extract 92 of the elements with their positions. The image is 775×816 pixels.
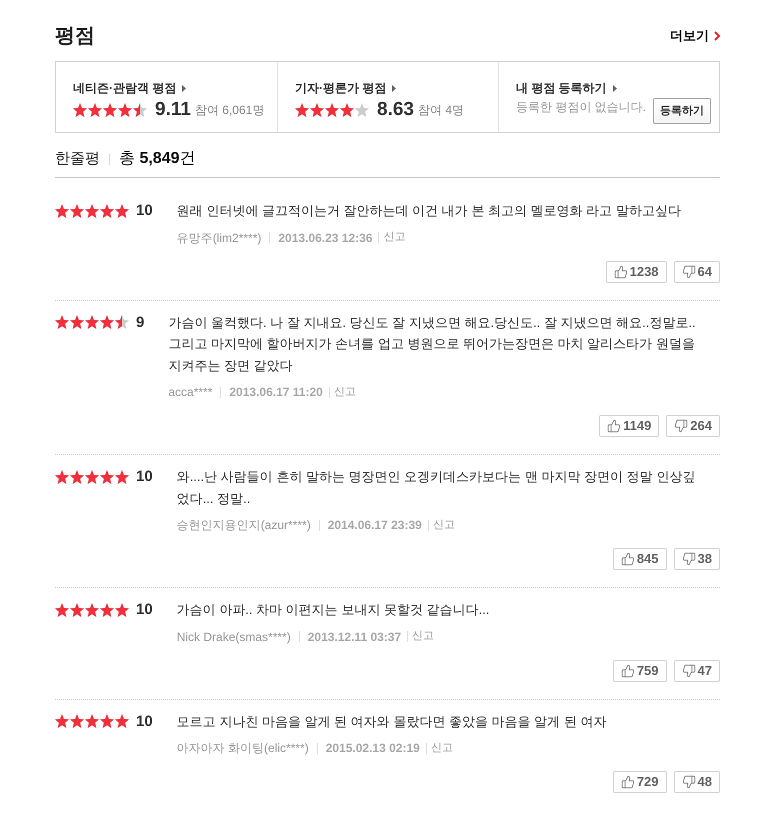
star-icon — [55, 204, 69, 218]
reviewer-name: 아자아자 화이팅(elic****) — [176, 740, 309, 757]
star-icon — [55, 470, 69, 484]
star-icon — [70, 315, 84, 329]
review-date: 2015.02.13 02:19 — [326, 740, 420, 757]
thumbs-down-icon — [682, 775, 696, 789]
caret-right-icon — [182, 84, 186, 92]
star-icon — [88, 103, 102, 117]
review-text: 모르고 지나친 마음을 알게 된 여자와 몰랐다면 좋았을 마음을 알게 된 여자 — [176, 712, 608, 730]
like-button[interactable]: 1238 — [606, 260, 667, 282]
review-text: 가슴이 울컥했다. 나 잘 지내요. 당신도 잘 지냈으면 해요.당신도.. 잘 지냈으면 해요..정말로.. 그리고 마지막에 할아버지가 손녀를 업고 병원으로 뛰어가는장면은 마치 알리스타가 원덜을 지켜주는 장면 같았다 — [168, 314, 697, 374]
more-link[interactable]: 더보기 — [670, 28, 720, 44]
average-score: 9.11 — [155, 99, 191, 121]
review-score: 10 — [136, 712, 153, 732]
review-date: 2014.06.17 23:39 — [328, 517, 422, 534]
star-icon — [85, 204, 99, 218]
star-icon — [103, 103, 117, 117]
star-icon — [85, 602, 99, 616]
review-date: 2013.12.11 03:37 — [308, 628, 402, 646]
star-icon — [100, 204, 114, 218]
review-text: 와....난 사람들이 흔히 말하는 명장면인 오겡키데스카보다는 맨 마지막 장면이 정말 인상깊었다... 정말.. — [176, 468, 696, 508]
average-score: 8.63 — [377, 99, 414, 121]
thumbs-up-icon — [620, 552, 635, 566]
star-icon — [115, 204, 129, 218]
reviewer-name: acca**** — [168, 384, 212, 401]
star-icon — [133, 103, 147, 117]
review-total-count: 총 5,849건 — [119, 149, 196, 169]
star-icon — [70, 602, 84, 616]
review-score: 10 — [136, 600, 153, 620]
star-icon — [325, 103, 339, 117]
star-icon — [85, 315, 99, 329]
thumbs-up-icon — [620, 664, 635, 678]
like-button[interactable]: 729 — [612, 771, 667, 793]
review-score: 9 — [136, 312, 144, 332]
star-icon — [100, 714, 114, 728]
rating-category-link[interactable]: 네티즌·관람객 평점 — [73, 80, 186, 96]
star-icon — [115, 315, 129, 329]
like-button[interactable]: 845 — [612, 548, 667, 570]
reviewer-name: Nick Drake(smas****) — [176, 628, 291, 646]
caret-right-icon — [612, 84, 617, 92]
participant-count: 참여 4명 — [418, 102, 464, 118]
reviews-heading: 한줄평 — [55, 149, 100, 169]
register-button[interactable]: 등록하기 — [653, 98, 712, 124]
review-date: 2013.06.17 11:20 — [229, 384, 323, 401]
section-title: 평점 — [55, 24, 95, 48]
star-icon — [310, 103, 324, 117]
no-rating-message: 등록한 평점이 없습니다. — [516, 99, 646, 116]
register-rating-link[interactable]: 내 평점 등록하기 — [516, 80, 617, 96]
like-button[interactable]: 759 — [612, 660, 667, 682]
star-icon — [118, 103, 132, 117]
star-icon — [73, 103, 87, 117]
review-date: 2013.06.23 12:36 — [278, 230, 372, 246]
dislike-button[interactable]: 264 — [666, 415, 720, 437]
dislike-button[interactable]: 38 — [674, 548, 720, 570]
star-icon — [340, 103, 354, 117]
thumbs-down-icon — [682, 264, 696, 278]
chevron-right-icon — [714, 31, 720, 41]
star-icon — [100, 602, 114, 616]
star-icon — [70, 204, 84, 218]
star-icon — [70, 714, 84, 728]
star-icon — [100, 315, 114, 329]
star-icon — [85, 714, 99, 728]
dislike-button[interactable]: 47 — [674, 660, 720, 682]
thumbs-down-icon — [682, 552, 696, 566]
star-icon — [115, 602, 129, 616]
dislike-button[interactable]: 48 — [674, 771, 720, 793]
thumbs-down-icon — [674, 419, 688, 433]
star-icon — [355, 103, 369, 117]
star-icon — [55, 602, 69, 616]
star-icon — [295, 103, 309, 117]
star-icon — [85, 470, 99, 484]
star-icon — [55, 315, 69, 329]
thumbs-up-icon — [614, 264, 628, 278]
reviewer-name: 승현인지용인지(azur****) — [176, 517, 311, 534]
thumbs-down-icon — [682, 664, 696, 678]
star-icon — [70, 470, 84, 484]
review-score: 10 — [136, 467, 153, 487]
review-score: 10 — [136, 201, 153, 221]
star-icon — [100, 470, 114, 484]
reviewer-name: 유망주(lim2****) — [176, 230, 262, 246]
participant-count: 참여 6,061명 — [194, 102, 264, 118]
rating-category-link[interactable]: 기자·평론가 평점 — [295, 80, 396, 96]
star-icon — [115, 714, 129, 728]
star-icon — [115, 470, 129, 484]
like-button[interactable]: 1149 — [599, 415, 660, 437]
review-text: 가슴이 아파.. 차마 이편지는 보내지 못할것 같습니다... — [176, 601, 490, 619]
review-text: 원래 인터넷에 글끄적이는거 잘안하는데 이건 내가 본 최고의 멜로영화 라고 말하고싶다 — [176, 202, 682, 220]
star-icon — [55, 714, 69, 728]
thumbs-up-icon — [620, 775, 635, 789]
thumbs-up-icon — [607, 419, 622, 433]
dislike-button[interactable]: 64 — [674, 260, 720, 282]
caret-right-icon — [392, 84, 396, 92]
